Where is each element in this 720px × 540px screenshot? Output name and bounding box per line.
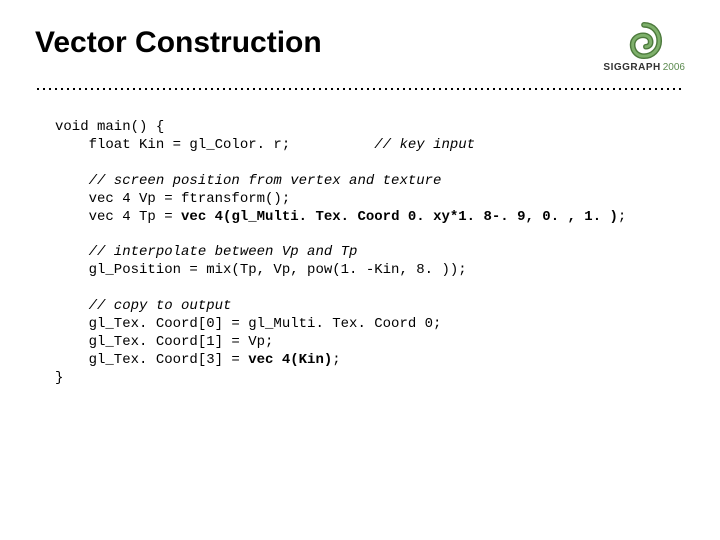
- slide: Vector Construction SIGGRAPH 2006 void m…: [0, 0, 720, 388]
- code-line: ;: [332, 352, 340, 368]
- code-line: vec 4 Vp = ftransform();: [55, 191, 290, 207]
- code-comment: // interpolate between Vp and Tp: [55, 244, 357, 260]
- siggraph-logo: SIGGRAPH 2006: [603, 22, 685, 73]
- code-line: gl_Position = mix(Tp, Vp, pow(1. -Kin, 8…: [55, 262, 467, 278]
- page-title: Vector Construction: [35, 20, 322, 60]
- dotted-divider: [35, 87, 685, 91]
- brand-year: 2006: [663, 62, 685, 73]
- code-comment: // screen position from vertex and textu…: [55, 173, 441, 189]
- code-comment: // copy to output: [55, 298, 231, 314]
- code-line: vec 4 Tp =: [55, 209, 181, 225]
- brand-text: SIGGRAPH 2006: [603, 62, 685, 73]
- code-line: void main() {: [55, 119, 164, 135]
- code-comment: // key input: [374, 137, 475, 153]
- code-line: gl_Tex. Coord[3] =: [55, 352, 248, 368]
- code-block: void main() { float Kin = gl_Color. r; /…: [55, 119, 685, 388]
- code-line: float Kin = gl_Color. r;: [55, 137, 374, 153]
- code-line: }: [55, 370, 63, 386]
- swirl-icon: [624, 22, 664, 60]
- code-line: gl_Tex. Coord[1] = Vp;: [55, 334, 273, 350]
- code-line: gl_Tex. Coord[0] = gl_Multi. Tex. Coord …: [55, 316, 441, 332]
- code-bold: vec 4(gl_Multi. Tex. Coord 0. xy*1. 8-. …: [181, 209, 618, 225]
- header: Vector Construction SIGGRAPH 2006: [35, 20, 685, 73]
- code-bold: vec 4(Kin): [248, 352, 332, 368]
- brand-name: SIGGRAPH: [603, 62, 660, 73]
- code-line: ;: [618, 209, 626, 225]
